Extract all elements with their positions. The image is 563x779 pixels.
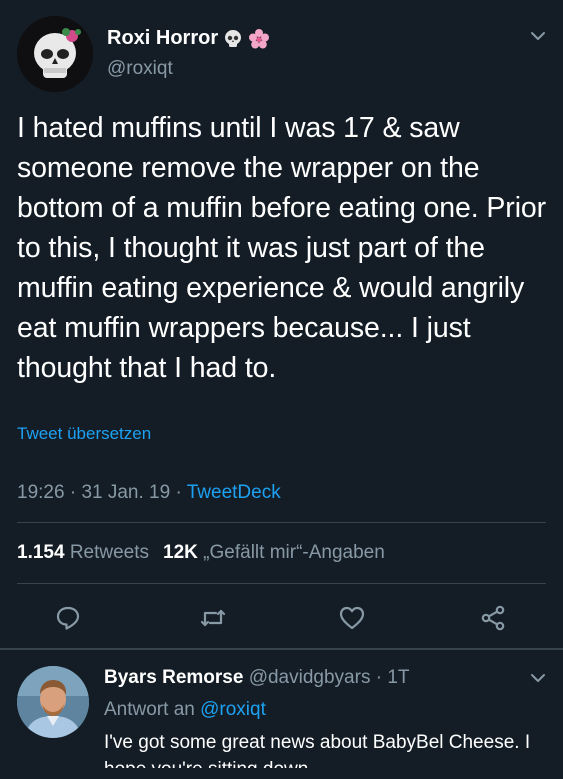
tweet-text: I hated muffins until I was 17 & saw som…	[17, 112, 547, 384]
divider	[17, 583, 546, 584]
author-avatar[interactable]	[17, 16, 93, 92]
heart-icon[interactable]	[338, 604, 366, 632]
bottom-edge	[0, 768, 563, 779]
reply-to-label: Antwort an	[104, 699, 195, 720]
tweet-time: 19:26	[17, 482, 65, 503]
author-name-row[interactable]: Roxi Horror	[107, 27, 270, 50]
cherry-blossom-icon	[248, 28, 270, 50]
likes-stat[interactable]: 12K „Gefällt mir“-Angaben	[163, 542, 385, 563]
translate-tweet-link[interactable]: Tweet übersetzen	[17, 424, 151, 444]
author-name[interactable]: Roxi Horror	[107, 27, 218, 50]
divider	[17, 522, 546, 523]
share-icon[interactable]	[479, 604, 507, 632]
likes-count: 12K	[163, 542, 198, 563]
reply-author-name[interactable]: Byars Remorse	[104, 667, 243, 688]
reply-icon[interactable]	[54, 604, 82, 632]
tweet-detail-page: Roxi Horror @roxiqt I hated muffins unti…	[0, 0, 563, 779]
skull-icon	[222, 28, 244, 50]
reply-to-handle[interactable]: @roxiqt	[200, 699, 266, 720]
meta-separator: ·	[69, 482, 77, 503]
reply-to-line: Antwort an @roxiqt	[104, 699, 266, 721]
tweet-stats: 1.154 Retweets 12K „Gefällt mir“-Angaben	[17, 542, 385, 564]
retweets-count: 1.154	[17, 542, 65, 563]
likes-label: „Gefällt mir“-Angaben	[203, 542, 385, 563]
section-divider	[0, 648, 563, 650]
retweet-icon[interactable]	[199, 604, 227, 632]
tweet-meta: 19:26 · 31 Jan. 19 · TweetDeck	[17, 482, 281, 504]
meta-separator: ·	[175, 482, 182, 503]
chevron-down-icon[interactable]	[528, 26, 548, 46]
reply-author-handle[interactable]: @davidgbyars	[249, 667, 371, 688]
person-avatar-icon	[17, 666, 89, 738]
reply-author-avatar[interactable]	[17, 666, 89, 738]
skull-avatar-icon	[17, 16, 93, 92]
reply-separator: ·	[375, 667, 383, 688]
tweet-source-link[interactable]: TweetDeck	[187, 482, 281, 503]
retweets-stat[interactable]: 1.154 Retweets	[17, 542, 149, 563]
chevron-down-icon[interactable]	[528, 668, 548, 688]
author-handle[interactable]: @roxiqt	[107, 58, 173, 80]
tweet-date: 31 Jan. 19	[81, 482, 171, 503]
reply-header: Byars Remorse @davidgbyars · 1T	[104, 667, 410, 689]
retweets-label: Retweets	[69, 542, 150, 563]
reply-time: 1T	[387, 667, 410, 688]
